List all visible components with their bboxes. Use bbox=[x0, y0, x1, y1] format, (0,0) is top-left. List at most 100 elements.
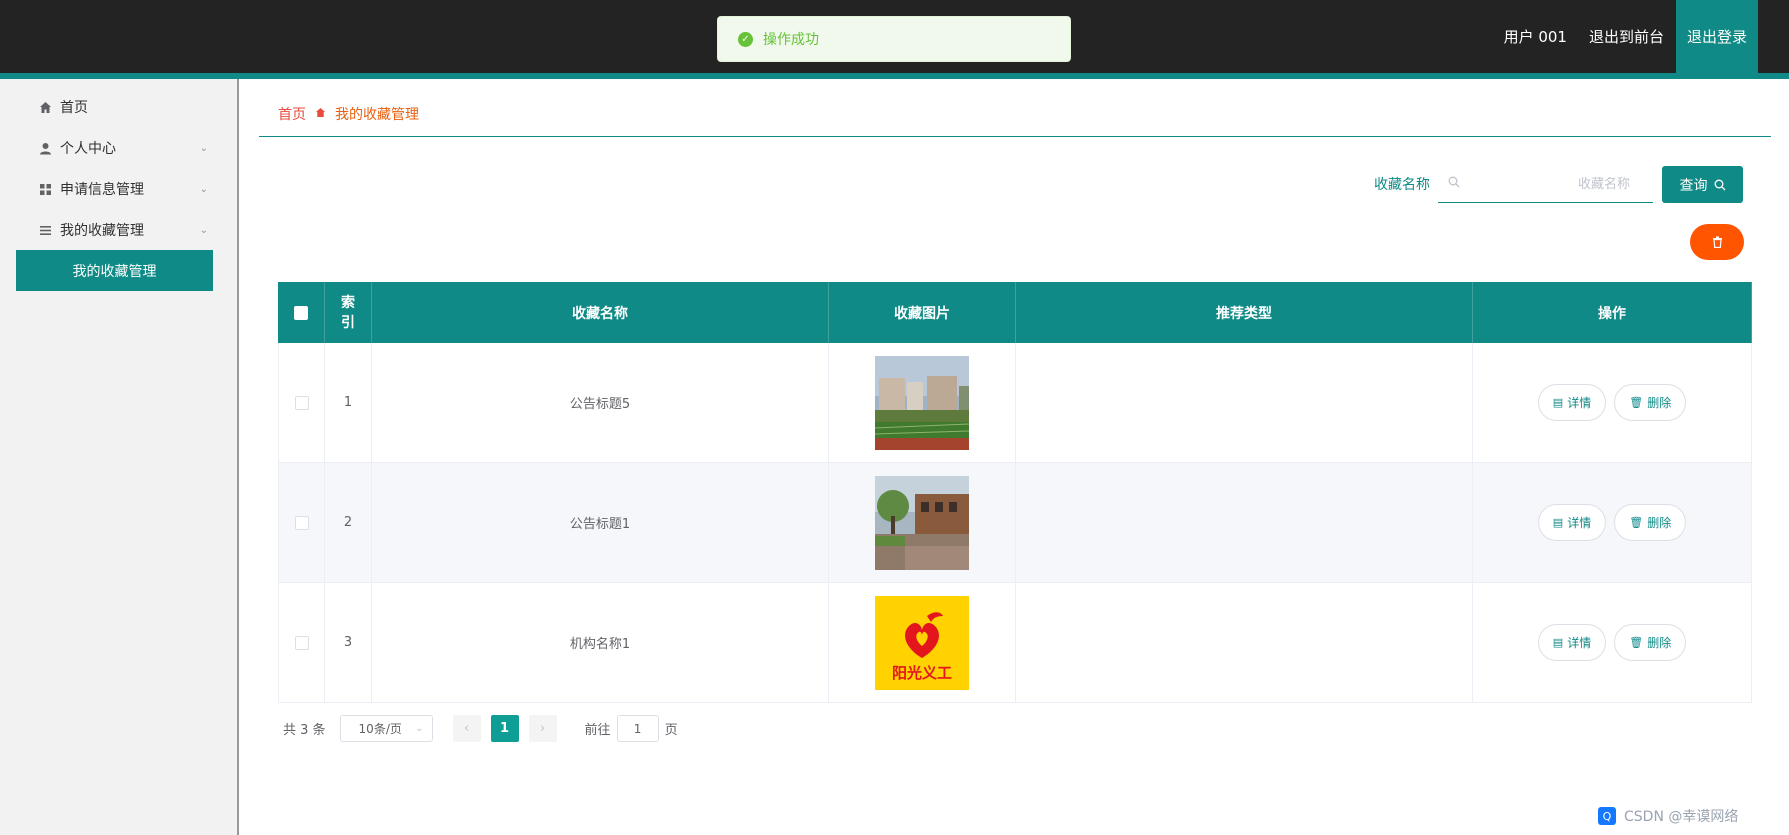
sidebar-item-personal-center[interactable]: 个人中心 ⌄ bbox=[38, 137, 208, 159]
sidebar-item-application-management[interactable]: 申请信息管理 ⌄ bbox=[38, 178, 208, 200]
row-checkbox[interactable] bbox=[294, 395, 309, 410]
csdn-watermark: Q CSDN @幸谟网络 bbox=[1598, 806, 1738, 826]
search-icon bbox=[1448, 176, 1460, 192]
row-actions: ▤ 详情 🗑 删除 bbox=[1473, 583, 1752, 702]
document-icon: ▤ bbox=[1552, 396, 1564, 409]
sidebar-item-label: 申请信息管理 bbox=[60, 182, 144, 198]
row-select-cell bbox=[278, 463, 325, 582]
chevron-down-icon: ⌄ bbox=[415, 723, 424, 734]
grid-icon bbox=[38, 182, 52, 196]
page-suffix-label: 页 bbox=[664, 723, 678, 738]
row-type bbox=[1016, 463, 1473, 582]
trash-icon bbox=[1712, 236, 1723, 248]
watermark-text: CSDN @幸谟网络 bbox=[1624, 809, 1739, 825]
check-circle-icon: ✓ bbox=[738, 31, 753, 47]
trash-icon: 🗑 bbox=[1629, 636, 1644, 649]
chevron-right-icon: › bbox=[539, 721, 546, 736]
row-index: 1 bbox=[325, 343, 372, 462]
table-row: 1 公告标题5 ▤ 详情 🗑 删除 bbox=[278, 343, 1752, 463]
row-checkbox[interactable] bbox=[294, 515, 309, 530]
row-actions: ▤ 详情 🗑 删除 bbox=[1473, 463, 1752, 582]
document-icon: ▤ bbox=[1552, 516, 1564, 529]
sidebar-item-home[interactable]: 首页 bbox=[38, 96, 208, 118]
current-user-label: 用户 001 bbox=[1503, 28, 1567, 46]
select-all-checkbox[interactable] bbox=[294, 305, 308, 320]
home-icon bbox=[38, 100, 52, 114]
sidebar-item-label: 我的收藏管理 bbox=[60, 223, 144, 239]
column-header-name: 收藏名称 bbox=[372, 282, 829, 343]
campus-garden-photo[interactable] bbox=[875, 475, 969, 570]
row-image-cell: 阳光义工 bbox=[829, 583, 1016, 702]
top-right-area: 用户 001 退出到前台 退出登录 bbox=[1503, 0, 1789, 76]
sunshine-volunteer-logo[interactable]: 阳光义工 bbox=[875, 595, 969, 690]
chevron-down-icon: ⌄ bbox=[199, 142, 208, 154]
row-type bbox=[1016, 343, 1473, 462]
exit-to-front-link[interactable]: 退出到前台 bbox=[1589, 26, 1664, 47]
prev-page-button[interactable]: ‹ bbox=[452, 715, 481, 742]
row-type bbox=[1016, 583, 1473, 702]
delete-button[interactable]: 🗑 删除 bbox=[1614, 384, 1687, 421]
column-header-image: 收藏图片 bbox=[829, 282, 1016, 343]
page-number-button[interactable]: 1 bbox=[490, 715, 519, 742]
delete-button[interactable]: 🗑 删除 bbox=[1614, 624, 1687, 661]
logout-label: 退出登录 bbox=[1686, 28, 1747, 46]
sidebar: 首页 个人中心 ⌄ 申请信息管理 ⌄ 我的收藏管理 ⌄ 我的收藏管理 bbox=[0, 79, 239, 835]
sidebar-item-label: 个人中心 bbox=[60, 141, 116, 157]
breadcrumb: 首页 我的收藏管理 bbox=[278, 104, 419, 124]
row-name: 公告标题1 bbox=[372, 463, 829, 582]
goto-label: 前往 bbox=[584, 723, 611, 738]
menu-icon bbox=[38, 223, 52, 237]
detail-button[interactable]: ▤ 详情 bbox=[1537, 504, 1607, 541]
delete-button[interactable]: 🗑 删除 bbox=[1614, 504, 1687, 541]
favorites-table: 索引 收藏名称 收藏图片 推荐类型 操作 1 公告标题5 ▤ 详情 🗑 删除 2… bbox=[278, 282, 1752, 703]
sidebar-item-label: 首页 bbox=[60, 100, 88, 116]
row-image-cell bbox=[829, 343, 1016, 462]
svg-text:阳光义工: 阳光义工 bbox=[892, 664, 952, 682]
query-button-label: 查询 bbox=[1679, 177, 1708, 194]
row-image-cell bbox=[829, 463, 1016, 582]
submenu-item-my-favorites[interactable]: 我的收藏管理 bbox=[16, 250, 213, 291]
home-icon bbox=[315, 107, 326, 121]
column-header-type: 推荐类型 bbox=[1016, 282, 1473, 343]
row-name: 公告标题5 bbox=[372, 343, 829, 462]
topbar-accent-line bbox=[0, 73, 1789, 79]
search-input[interactable] bbox=[1460, 176, 1630, 192]
column-header-index: 索引 bbox=[325, 282, 372, 343]
row-index: 3 bbox=[325, 583, 372, 702]
trash-icon: 🗑 bbox=[1629, 516, 1644, 529]
goto-page-input[interactable] bbox=[616, 715, 659, 742]
trash-icon: 🗑 bbox=[1629, 396, 1644, 409]
sidebar-item-favorites-management[interactable]: 我的收藏管理 ⌄ bbox=[38, 219, 208, 241]
table-header: 索引 收藏名称 收藏图片 推荐类型 操作 bbox=[278, 282, 1752, 343]
chevron-left-icon: ‹ bbox=[463, 721, 470, 736]
row-index: 2 bbox=[325, 463, 372, 582]
detail-button[interactable]: ▤ 详情 bbox=[1537, 624, 1607, 661]
success-toast: ✓ 操作成功 bbox=[717, 16, 1071, 62]
user-icon bbox=[38, 141, 52, 155]
breadcrumb-current: 我的收藏管理 bbox=[335, 107, 419, 123]
query-button[interactable]: 查询 bbox=[1662, 166, 1743, 203]
logout-button[interactable]: 退出登录 bbox=[1676, 0, 1758, 76]
breadcrumb-divider bbox=[259, 136, 1771, 137]
search-app-icon: Q bbox=[1598, 807, 1616, 825]
table-row: 2 公告标题1 ▤ 详情 🗑 删除 bbox=[278, 463, 1752, 583]
next-page-button[interactable]: › bbox=[528, 715, 557, 742]
row-name: 机构名称1 bbox=[372, 583, 829, 702]
pagination-total: 共 3 条 bbox=[283, 723, 326, 738]
breadcrumb-home-link[interactable]: 首页 bbox=[278, 104, 306, 124]
chevron-down-icon: ⌄ bbox=[199, 224, 208, 236]
submenu-item-label: 我的收藏管理 bbox=[72, 263, 157, 280]
campus-building-photo[interactable] bbox=[875, 355, 969, 450]
detail-button[interactable]: ▤ 详情 bbox=[1537, 384, 1607, 421]
page-size-select[interactable]: 10条/页 ⌄ bbox=[339, 715, 433, 742]
table-row: 3 机构名称1 阳光义工 ▤ 详情 🗑 删除 bbox=[278, 583, 1752, 703]
row-actions: ▤ 详情 🗑 删除 bbox=[1473, 343, 1752, 462]
batch-delete-button[interactable] bbox=[1690, 224, 1744, 260]
row-select-cell bbox=[278, 343, 325, 462]
row-select-cell bbox=[278, 583, 325, 702]
chevron-down-icon: ⌄ bbox=[199, 183, 208, 195]
document-icon: ▤ bbox=[1552, 636, 1564, 649]
row-checkbox[interactable] bbox=[294, 635, 309, 650]
header-select-all[interactable] bbox=[278, 282, 325, 343]
toast-message: 操作成功 bbox=[763, 32, 819, 48]
